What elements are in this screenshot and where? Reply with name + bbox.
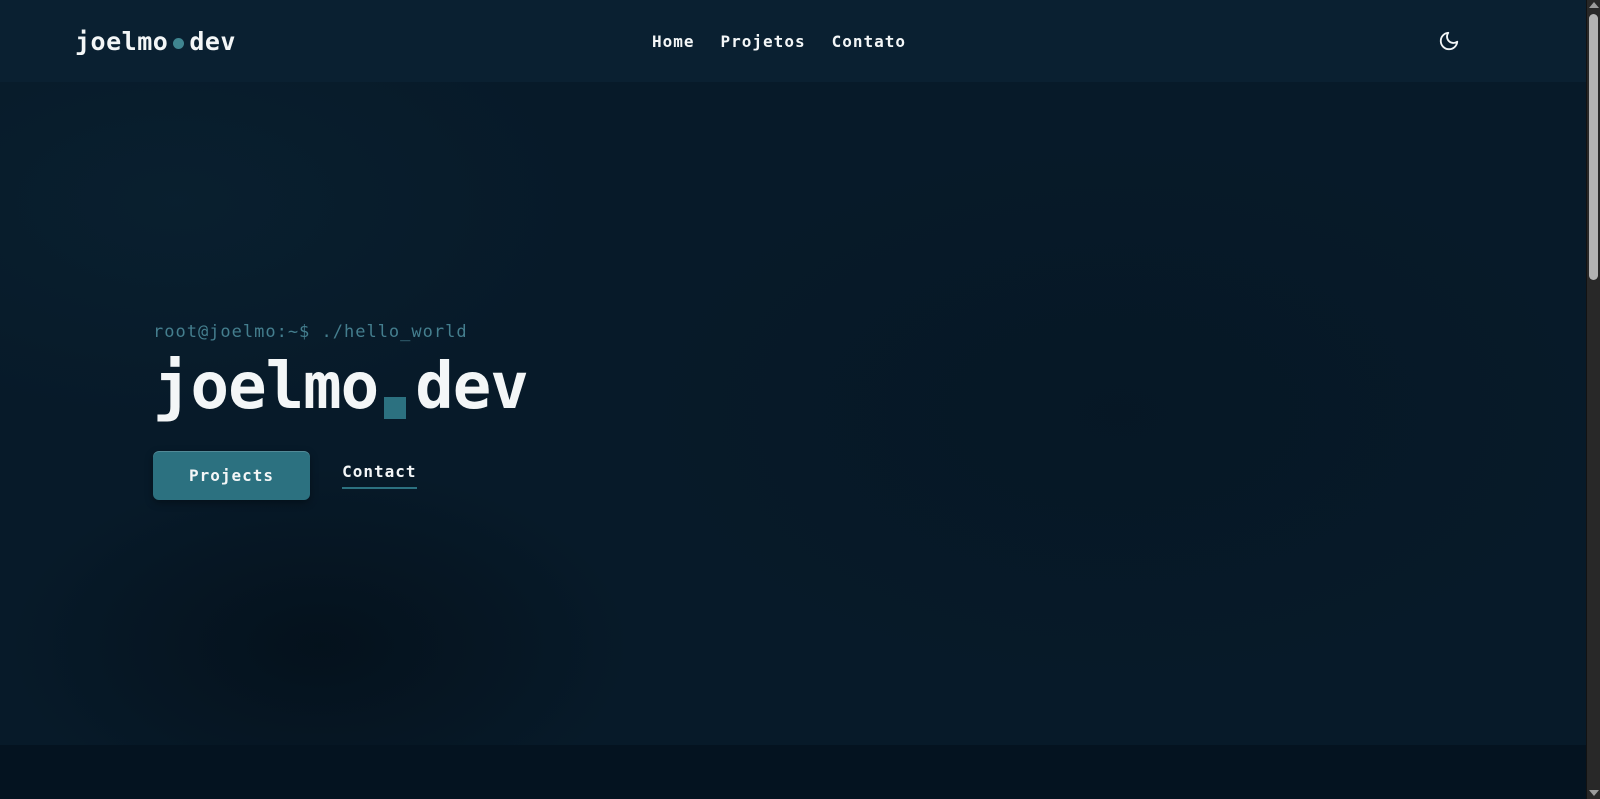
hero-title: joelmo dev (153, 350, 1600, 424)
nav-link-projetos[interactable]: Projetos (721, 32, 806, 51)
below-fold-region (0, 745, 1600, 799)
logo-name: joelmo (75, 26, 169, 56)
moon-icon (1438, 30, 1460, 52)
theme-toggle-button[interactable] (1432, 24, 1466, 58)
contact-link[interactable]: Contact (342, 462, 417, 490)
logo-suffix: dev (189, 26, 236, 56)
logo[interactable]: joelmo dev (75, 27, 236, 56)
scrollbar-thumb[interactable] (1589, 14, 1598, 280)
site-header: joelmo dev Home Projetos Contato (0, 0, 1600, 82)
hero-title-dot (384, 397, 407, 420)
hero-actions: Projects Contact (153, 451, 1600, 501)
hero-section: root@joelmo:~$ ./hello_world joelmo dev … (0, 82, 1600, 745)
scrollbar[interactable] (1586, 0, 1600, 799)
scrollbar-down-arrow[interactable] (1589, 790, 1599, 796)
logo-dot-icon (173, 37, 185, 49)
hero-title-suffix: dev (415, 350, 529, 424)
hero-title-name: joelmo (153, 350, 379, 424)
projects-button[interactable]: Projects (153, 451, 311, 501)
nav-link-home[interactable]: Home (652, 32, 695, 51)
terminal-prompt: root@joelmo:~$ ./hello_world (153, 322, 468, 342)
scrollbar-up-arrow[interactable] (1589, 2, 1599, 8)
main-nav: Home Projetos Contato (652, 0, 906, 82)
nav-link-contato[interactable]: Contato (832, 32, 906, 51)
